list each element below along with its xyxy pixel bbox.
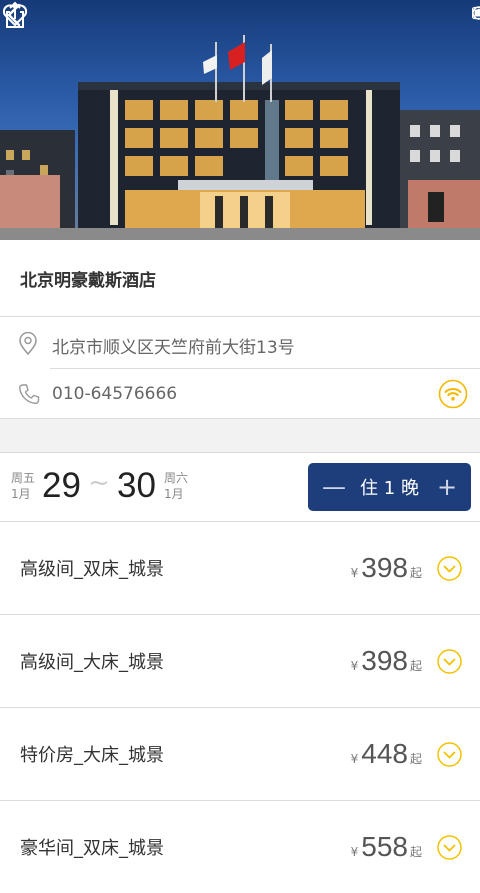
price-from-label: 起 (410, 750, 422, 767)
currency-symbol: ¥ (351, 845, 359, 859)
checkin-month: 1月 (11, 487, 31, 502)
room-name: 高级间_大床_城景 (20, 648, 164, 674)
checkin-day[interactable]: 29 (42, 466, 81, 506)
nights-stepper: — 住 1 晚 + (308, 463, 471, 511)
room-row[interactable]: 豪华间_双床_城景 ¥ 558 起 (0, 800, 480, 893)
currency-symbol: ¥ (351, 659, 359, 673)
room-price: ¥ 448 起 (351, 738, 422, 770)
checkout-day[interactable]: 30 (117, 466, 156, 506)
price-from-label: 起 (410, 657, 422, 674)
chevron-down-icon[interactable] (437, 742, 462, 767)
room-name: 高级间_双床_城景 (20, 555, 164, 581)
currency-symbol: ¥ (351, 752, 359, 766)
price-value: 448 (361, 738, 408, 770)
checkout-weekday: 周六 (164, 471, 188, 486)
wifi-icon (438, 379, 468, 409)
checkin-weekday: 周五 (11, 471, 35, 486)
chevron-down-icon[interactable] (437, 556, 462, 581)
room-price: ¥ 398 起 (351, 645, 422, 677)
room-row[interactable]: 特价房_大床_城景 ¥ 448 起 (0, 707, 480, 800)
hotel-address[interactable]: 北京市顺义区天竺府前大街13号 (52, 333, 295, 358)
room-price: ¥ 558 起 (351, 831, 422, 863)
hotel-building-illustration (0, 0, 480, 240)
price-value: 398 (361, 552, 408, 584)
currency-symbol: ¥ (351, 566, 359, 580)
hotel-photo (0, 0, 480, 240)
nights-label: 住 1 晚 (360, 474, 419, 500)
room-name: 豪华间_双床_城景 (20, 834, 164, 860)
hotel-phone[interactable]: 010-64576666 (52, 384, 177, 404)
room-row[interactable]: 高级间_大床_城景 ¥ 398 起 (0, 614, 480, 707)
decrease-nights-button[interactable]: — (322, 475, 342, 499)
price-value: 398 (361, 645, 408, 677)
battery-icon (472, 6, 480, 20)
phone-icon (18, 383, 40, 405)
location-pin-icon (18, 332, 38, 356)
chevron-down-icon[interactable] (437, 649, 462, 674)
room-price: ¥ 398 起 (351, 552, 422, 584)
price-from-label: 起 (410, 843, 422, 860)
divider (0, 316, 480, 317)
share-icon[interactable] (0, 0, 30, 30)
date-selector[interactable]: 周五 1月 29 ~ 30 周六 1月 — 住 1 晚 + (0, 453, 480, 521)
chevron-down-icon[interactable] (437, 835, 462, 860)
room-row[interactable]: 高级间_双床_城景 ¥ 398 起 (0, 521, 480, 614)
date-separator: ~ (88, 468, 110, 498)
hotel-name: 北京明豪戴斯酒店 (20, 266, 156, 291)
price-from-label: 起 (410, 564, 422, 581)
price-value: 558 (361, 831, 408, 863)
increase-nights-button[interactable]: + (437, 475, 457, 499)
divider (50, 368, 480, 369)
room-name: 特价房_大床_城景 (20, 741, 164, 767)
checkout-month: 1月 (164, 487, 184, 502)
section-gap (0, 419, 480, 453)
